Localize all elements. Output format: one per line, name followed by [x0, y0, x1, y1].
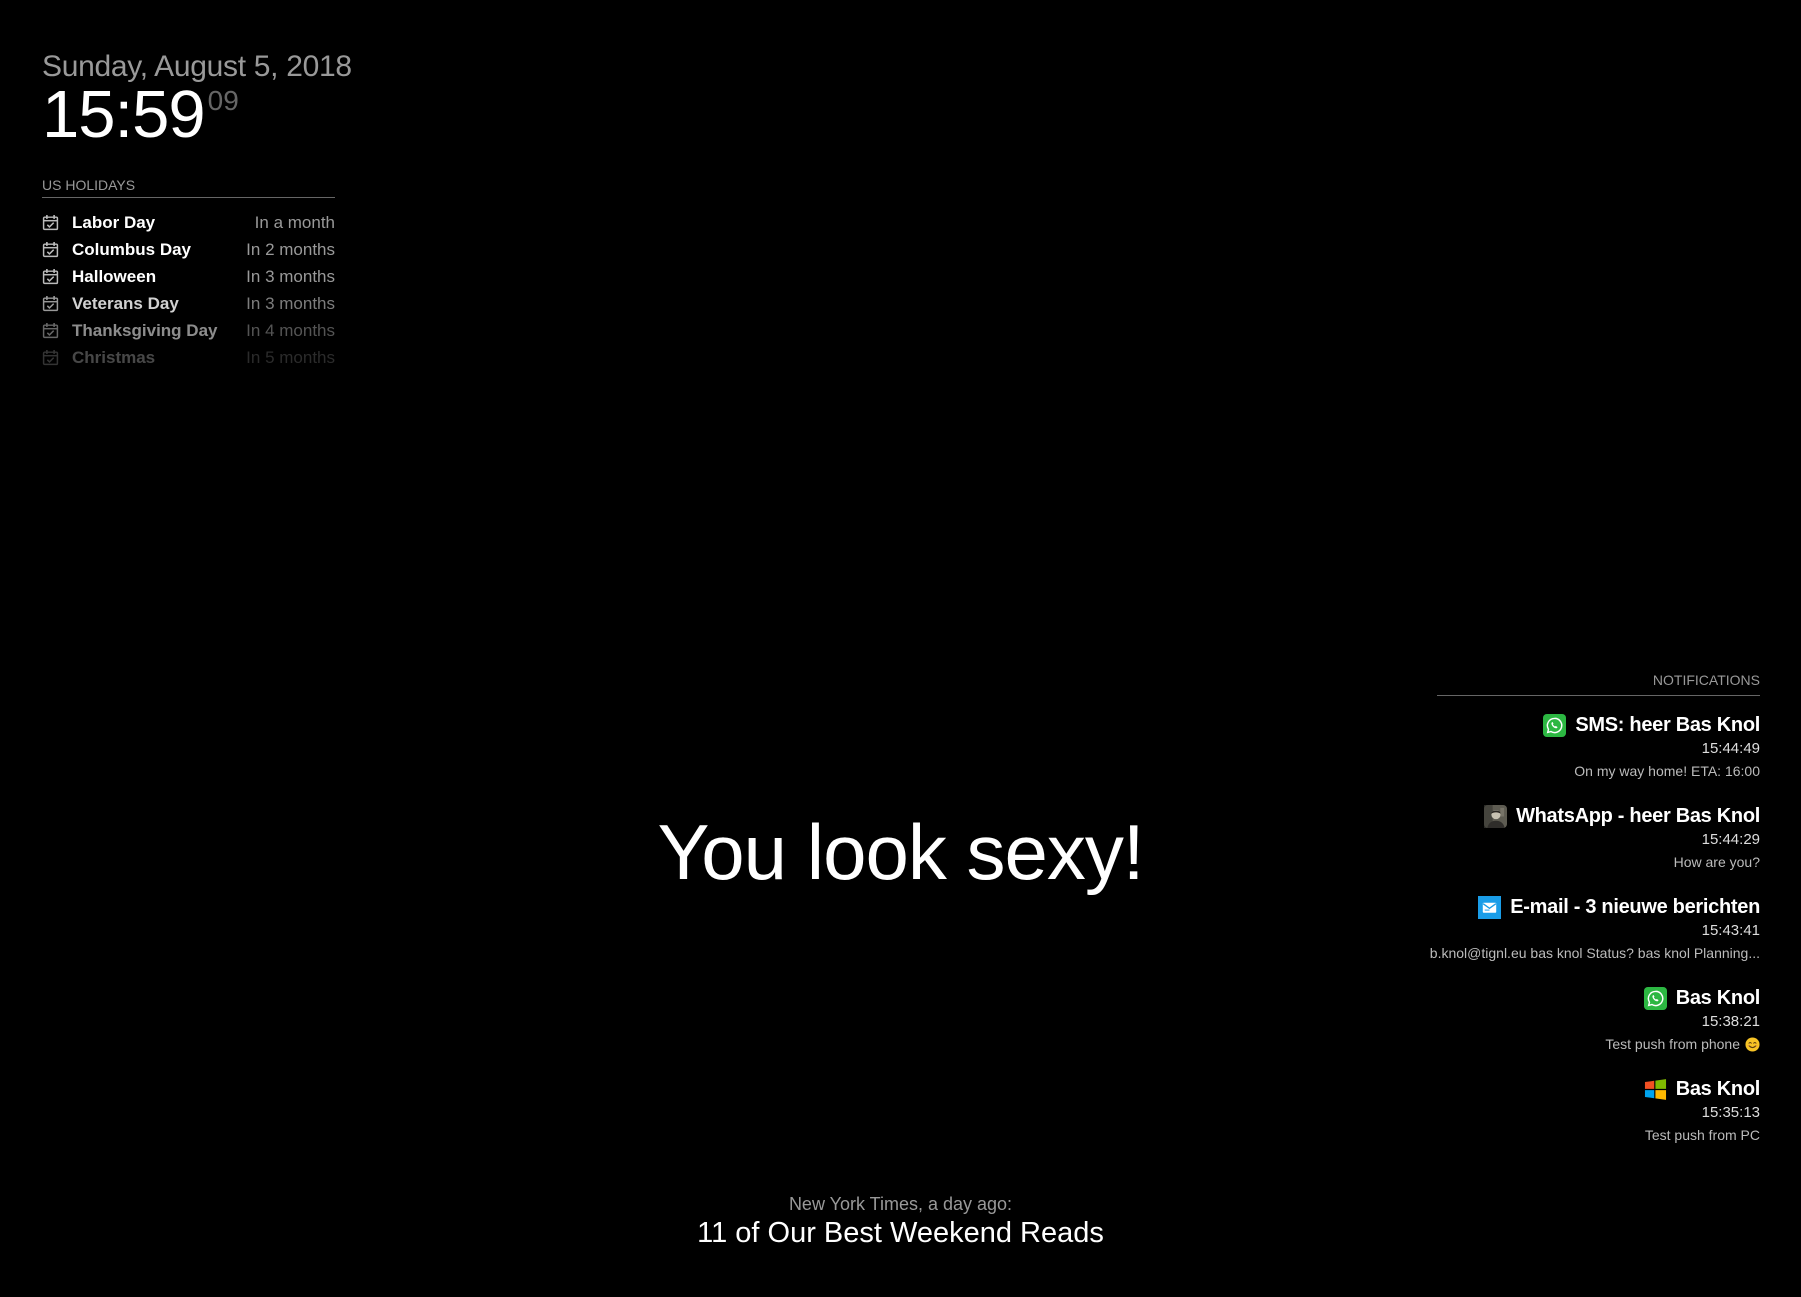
- notification-item: E-mail - 3 nieuwe berichten 15:43:41 b.k…: [1340, 894, 1760, 964]
- calendar-event: Christmas In 5 months: [42, 344, 335, 371]
- calendar-header: US HOLIDAYS: [42, 177, 335, 198]
- smiling-face-icon: [1745, 1036, 1760, 1052]
- notification-body: Test push from PC: [1340, 1124, 1760, 1146]
- event-title: Veterans Day: [72, 294, 179, 313]
- event-relative-time: In 3 months: [246, 294, 335, 313]
- calendar-module: US HOLIDAYS Labor Day In a month Columbu…: [42, 177, 335, 371]
- calendar-check-icon: [42, 322, 59, 339]
- notification-body: b.knol@tignl.eu bas knol Status? bas kno…: [1340, 942, 1760, 964]
- notification-title: SMS: heer Bas Knol: [1575, 714, 1760, 736]
- notifications-header: NOTIFICATIONS: [1437, 672, 1760, 696]
- calendar-event-list: Labor Day In a month Columbus Day In 2 m…: [42, 209, 335, 371]
- notification-list: SMS: heer Bas Knol 15:44:49 On my way ho…: [1340, 712, 1760, 1146]
- whatsapp-icon: [1543, 713, 1567, 737]
- calendar-check-icon: [42, 349, 59, 366]
- notification-body: How are you?: [1340, 851, 1760, 873]
- email-icon: [1478, 895, 1502, 919]
- notification-title: Bas Knol: [1675, 1078, 1761, 1100]
- notification-body-text: Test push from phone: [1605, 1036, 1740, 1052]
- notification-time: 15:43:41: [1701, 922, 1760, 939]
- notification-time: 15:35:13: [1701, 1104, 1760, 1121]
- notification-time: 15:38:21: [1701, 1013, 1760, 1030]
- notifications-module: NOTIFICATIONS SMS: heer Bas Knol 15:44:4…: [1340, 672, 1761, 1146]
- notification-body-text: b.knol@tignl.eu bas knol Status? bas kno…: [1429, 945, 1760, 961]
- event-title: Christmas: [72, 348, 156, 367]
- magic-mirror-screen: { "clock": { "date": "Sunday, August 5, …: [0, 0, 1801, 1297]
- windows-icon: [1644, 1078, 1667, 1101]
- calendar-event: Veterans Day In 3 months: [42, 290, 335, 317]
- notification-item: Bas Knol 15:38:21 Test push from phone: [1340, 985, 1760, 1055]
- event-title: Thanksgiving Day: [72, 321, 218, 340]
- notification-title-row: Bas Knol: [1340, 1076, 1760, 1102]
- notification-title: Bas Knol: [1675, 987, 1761, 1009]
- clock-time: 15:59 09: [42, 81, 239, 148]
- notification-title-row: Bas Knol: [1340, 985, 1760, 1011]
- whatsapp-icon: [1643, 986, 1667, 1010]
- calendar-event: Columbus Day In 2 months: [42, 236, 335, 263]
- notification-body-text: How are you?: [1673, 854, 1760, 870]
- event-title: Columbus Day: [72, 240, 192, 259]
- clock-seconds: 09: [207, 85, 239, 116]
- event-relative-time: In a month: [254, 213, 335, 232]
- notification-title: E-mail - 3 nieuwe berichten: [1510, 896, 1760, 918]
- notification-body-text: Test push from PC: [1644, 1127, 1760, 1143]
- notification-item: WhatsApp - heer Bas Knol 15:44:29 How ar…: [1340, 803, 1760, 873]
- calendar-event: Labor Day In a month: [42, 209, 335, 236]
- calendar-check-icon: [42, 241, 59, 258]
- event-relative-time: In 5 months: [246, 348, 335, 367]
- contact-avatar-icon: [1484, 804, 1508, 828]
- clock-hours-minutes: 15:59: [42, 77, 206, 152]
- notification-title-row: SMS: heer Bas Knol: [1340, 712, 1760, 738]
- notification-title-row: E-mail - 3 nieuwe berichten: [1340, 894, 1760, 920]
- notification-body: Test push from phone: [1340, 1033, 1760, 1055]
- event-relative-time: In 4 months: [246, 321, 335, 340]
- calendar-check-icon: [42, 295, 59, 312]
- calendar-event: Halloween In 3 months: [42, 263, 335, 290]
- event-title: Labor Day: [72, 213, 156, 232]
- event-title: Halloween: [72, 267, 157, 286]
- notification-body: On my way home! ETA: 16:00: [1340, 760, 1760, 782]
- news-headline: 11 of Our Best Weekend Reads: [697, 1217, 1104, 1249]
- notification-time: 15:44:49: [1701, 740, 1760, 757]
- notification-item: Bas Knol 15:35:13 Test push from PC: [1340, 1076, 1760, 1146]
- calendar-event: Thanksgiving Day In 4 months: [42, 317, 335, 344]
- newsfeed-module: New York Times, a day ago: 11 of Our Bes…: [0, 1193, 1801, 1251]
- calendar-check-icon: [42, 268, 59, 285]
- notification-body-text: On my way home! ETA: 16:00: [1574, 763, 1760, 779]
- notification-time: 15:44:29: [1701, 831, 1760, 848]
- notification-title: WhatsApp - heer Bas Knol: [1516, 805, 1760, 827]
- notification-item: SMS: heer Bas Knol 15:44:49 On my way ho…: [1340, 712, 1760, 782]
- news-source: New York Times, a day ago:: [788, 1194, 1013, 1214]
- notification-title-row: WhatsApp - heer Bas Knol: [1340, 803, 1760, 829]
- event-relative-time: In 3 months: [246, 267, 335, 286]
- event-relative-time: In 2 months: [246, 240, 335, 259]
- calendar-check-icon: [42, 214, 59, 231]
